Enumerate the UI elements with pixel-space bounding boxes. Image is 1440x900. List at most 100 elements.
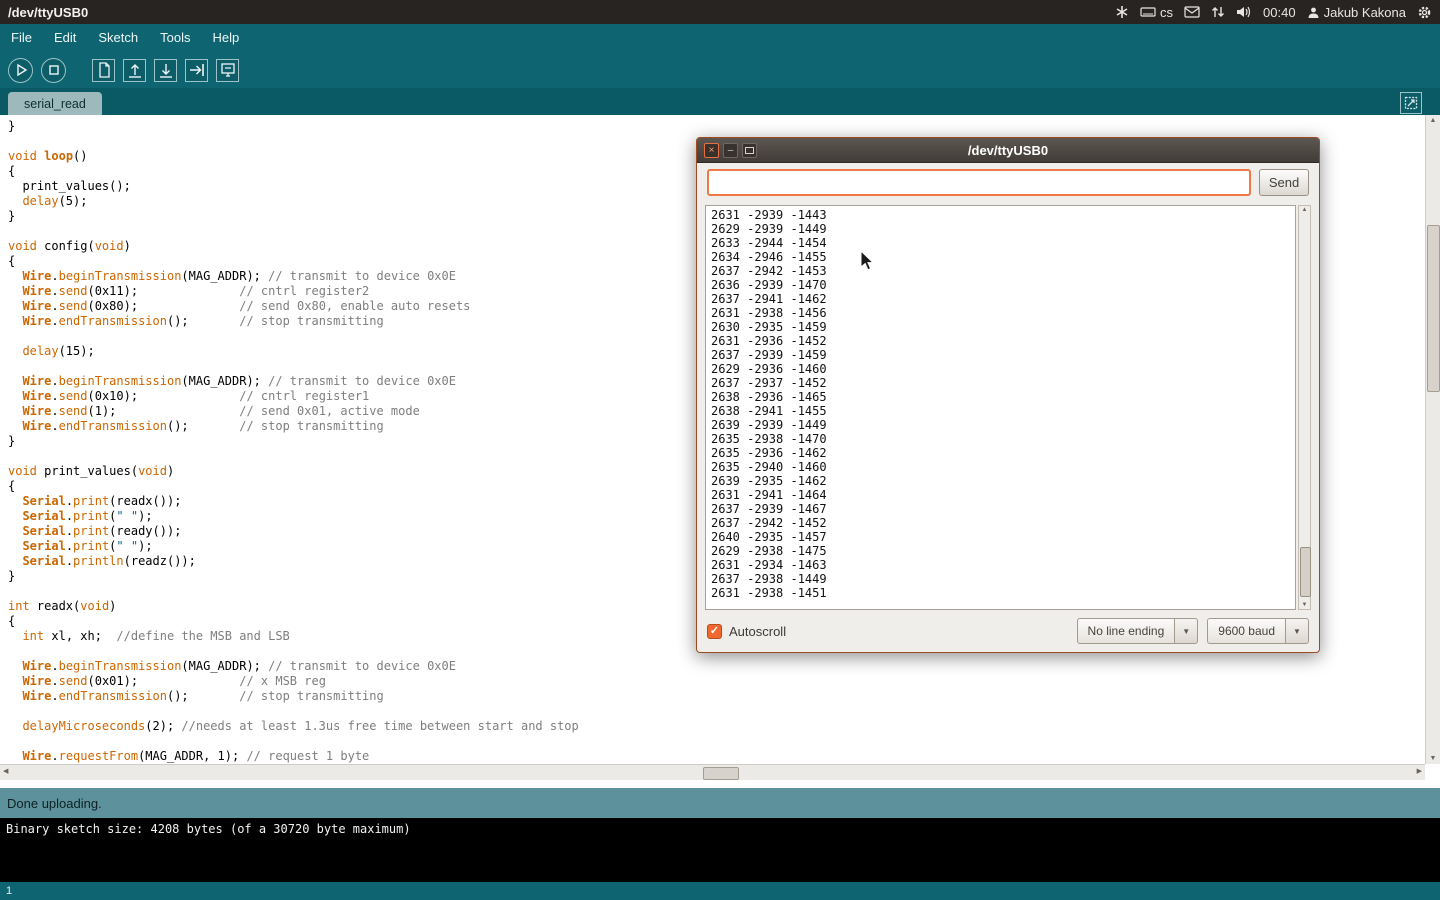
menu-help[interactable]: Help xyxy=(201,24,250,52)
keyboard-layout-label: cs xyxy=(1160,5,1173,20)
serial-options: No line ending ▼ 9600 baud ▼ xyxy=(1077,618,1309,644)
status-message: Done uploading. xyxy=(7,796,102,811)
serial-line: 2635 -2936 -1462 xyxy=(711,446,1290,460)
clock[interactable]: 00:40 xyxy=(1263,5,1296,20)
star-icon xyxy=(1115,5,1129,19)
window-title: /dev/ttyUSB0 xyxy=(0,5,88,20)
line-ending-value: No line ending xyxy=(1077,618,1175,644)
line-ending-select[interactable]: No line ending ▼ xyxy=(1077,618,1199,644)
scroll-right-arrow-icon[interactable]: ▶ xyxy=(1417,767,1422,775)
serial-output[interactable]: 2631 -2939 -14432629 -2939 -14492633 -29… xyxy=(705,205,1296,610)
envelope-icon xyxy=(1184,6,1200,18)
speaker-icon xyxy=(1236,5,1252,19)
send-button[interactable]: Send xyxy=(1259,169,1309,196)
serial-line: 2638 -2941 -1455 xyxy=(711,404,1290,418)
serial-line: 2639 -2935 -1462 xyxy=(711,474,1290,488)
tab-label: serial_read xyxy=(24,97,86,111)
editor-horizontal-scrollbar-thumb[interactable] xyxy=(703,767,739,780)
build-console: Binary sketch size: 4208 bytes (of a 307… xyxy=(0,818,1440,882)
menu-tools[interactable]: Tools xyxy=(149,24,201,52)
autoscroll-label: Autoscroll xyxy=(729,624,786,639)
serial-scroll-up-icon[interactable]: ▲ xyxy=(1299,207,1310,213)
indicator-applet[interactable] xyxy=(1115,5,1129,19)
stop-button[interactable] xyxy=(41,58,66,83)
serial-line: 2631 -2938 -1456 xyxy=(711,306,1290,320)
menu-file[interactable]: File xyxy=(0,24,43,52)
serial-monitor-button[interactable] xyxy=(216,59,239,82)
chevron-down-icon[interactable]: ▼ xyxy=(1285,618,1309,644)
toolbar xyxy=(0,52,1440,88)
maximize-icon xyxy=(745,147,754,154)
system-panel: /dev/ttyUSB0 cs xyxy=(0,0,1440,24)
messages-indicator[interactable] xyxy=(1184,6,1200,18)
serial-line: 2631 -2934 -1463 xyxy=(711,558,1290,572)
code-line: } xyxy=(8,119,1425,134)
tab-bar: serial_read xyxy=(0,88,1440,115)
arrow-right-board-icon xyxy=(187,60,207,80)
code-line: Wire.endTransmission(); // stop transmit… xyxy=(8,689,1425,704)
serial-monitor-titlebar[interactable]: × – /dev/ttyUSB0 xyxy=(697,138,1319,163)
user-menu[interactable]: Jakub Kakona xyxy=(1307,5,1406,20)
serial-line: 2637 -2939 -1467 xyxy=(711,502,1290,516)
verify-button[interactable] xyxy=(8,58,33,83)
line-number-bar: 1 xyxy=(0,882,1440,900)
code-line: delayMicroseconds(2); //needs at least 1… xyxy=(8,719,1425,734)
serial-line: 2640 -2935 -1457 xyxy=(711,530,1290,544)
serial-line: 2629 -2936 -1460 xyxy=(711,362,1290,376)
status-bar: Done uploading. xyxy=(0,788,1440,818)
session-menu[interactable] xyxy=(1417,5,1432,20)
autoscroll-checkbox[interactable]: ✓ Autoscroll xyxy=(707,624,786,639)
serial-scroll-down-icon[interactable]: ▼ xyxy=(1299,602,1310,608)
code-line: Wire.requestFrom(MAG_ADDR, 1); // reques… xyxy=(8,749,1425,764)
network-indicator[interactable] xyxy=(1211,5,1225,19)
close-button[interactable]: × xyxy=(704,143,719,158)
tab-serial-read[interactable]: serial_read xyxy=(8,92,102,115)
save-sketch-button[interactable] xyxy=(154,59,177,82)
open-sketch-button[interactable] xyxy=(123,59,146,82)
serial-scrollbar[interactable]: ▲ ▼ xyxy=(1298,205,1311,610)
serial-input[interactable] xyxy=(707,169,1251,196)
serial-line: 2631 -2941 -1464 xyxy=(711,488,1290,502)
maximize-button[interactable] xyxy=(742,143,757,158)
updown-arrows-icon xyxy=(1211,5,1225,19)
person-icon xyxy=(1307,6,1320,19)
serial-line: 2635 -2938 -1470 xyxy=(711,432,1290,446)
play-icon xyxy=(10,59,32,81)
arrow-up-icon xyxy=(125,60,145,80)
serial-line: 2631 -2936 -1452 xyxy=(711,334,1290,348)
editor-vertical-scrollbar-thumb[interactable] xyxy=(1427,225,1440,392)
editor-horizontal-scrollbar[interactable]: ◀ ▶ xyxy=(0,764,1425,780)
upload-button[interactable] xyxy=(185,59,208,82)
baud-rate-value: 9600 baud xyxy=(1207,618,1285,644)
serial-scrollbar-thumb[interactable] xyxy=(1300,547,1311,597)
new-file-icon xyxy=(94,60,114,80)
serial-input-row: Send xyxy=(707,169,1309,196)
keyboard-layout-indicator[interactable]: cs xyxy=(1140,5,1173,20)
volume-indicator[interactable] xyxy=(1236,5,1252,19)
serial-bottom-bar: ✓ Autoscroll No line ending ▼ 9600 baud … xyxy=(707,618,1309,644)
menu-sketch[interactable]: Sketch xyxy=(87,24,149,52)
serial-monitor-shortcut-button[interactable] xyxy=(1400,92,1422,114)
new-sketch-button[interactable] xyxy=(92,59,115,82)
menubar: File Edit Sketch Tools Help xyxy=(0,24,1440,52)
serial-line: 2636 -2939 -1470 xyxy=(711,278,1290,292)
editor-vertical-scrollbar[interactable]: ▲ ▼ xyxy=(1425,115,1440,764)
serial-line: 2631 -2938 -1451 xyxy=(711,586,1290,600)
current-line-number: 1 xyxy=(6,885,12,897)
serial-line: 2637 -2939 -1459 xyxy=(711,348,1290,362)
chevron-down-icon[interactable]: ▼ xyxy=(1174,618,1198,644)
gear-icon xyxy=(1417,5,1432,20)
scroll-left-arrow-icon[interactable]: ◀ xyxy=(3,767,8,775)
serial-line: 2631 -2939 -1443 xyxy=(711,208,1290,222)
baud-rate-select[interactable]: 9600 baud ▼ xyxy=(1207,618,1309,644)
serial-line: 2637 -2942 -1452 xyxy=(711,516,1290,530)
code-line: Wire.send(0x01); // x MSB reg xyxy=(8,674,1425,689)
minimize-button[interactable]: – xyxy=(723,143,738,158)
serial-line: 2637 -2938 -1449 xyxy=(711,572,1290,586)
serial-line: 2635 -2940 -1460 xyxy=(711,460,1290,474)
serial-line: 2629 -2938 -1475 xyxy=(711,544,1290,558)
scroll-down-arrow-icon[interactable]: ▼ xyxy=(1426,755,1440,762)
menu-edit[interactable]: Edit xyxy=(43,24,87,52)
scroll-up-arrow-icon[interactable]: ▲ xyxy=(1426,117,1440,124)
keyboard-icon xyxy=(1140,6,1156,18)
